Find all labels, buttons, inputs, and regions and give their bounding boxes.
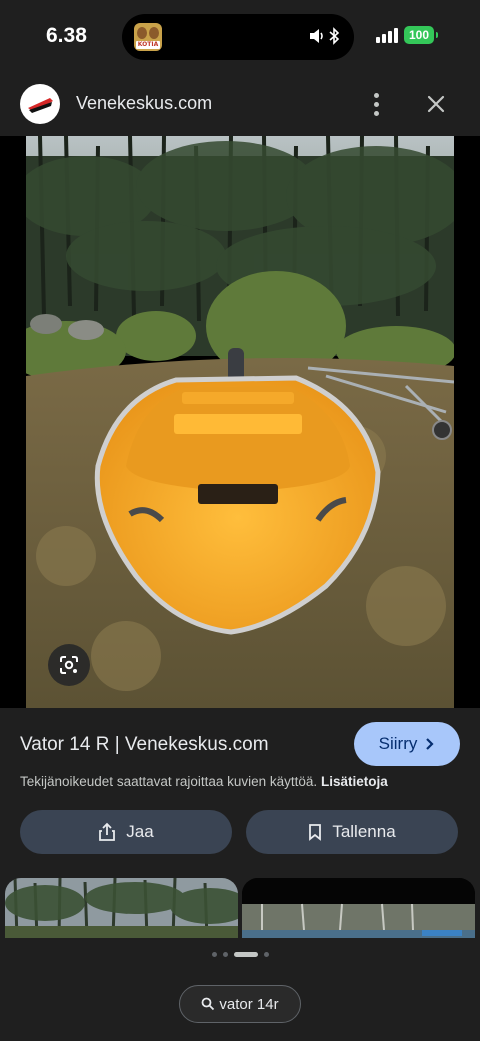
status-bar: 6.38 KOTIA 100 xyxy=(0,0,480,72)
image-title[interactable]: Vator 14 R | Venekeskus.com xyxy=(20,734,269,756)
bluetooth-icon xyxy=(329,27,340,45)
google-lens-icon xyxy=(60,656,78,674)
page-indicator xyxy=(0,950,480,958)
dynamic-island: KOTIA xyxy=(122,14,354,60)
search-query-chip[interactable]: vator 14r xyxy=(179,985,301,1023)
more-options-button[interactable] xyxy=(362,90,390,118)
page-dot xyxy=(211,951,217,957)
page-dot xyxy=(222,951,228,957)
share-label: Jaa xyxy=(126,822,154,841)
save-label: Tallenna xyxy=(332,822,396,841)
share-icon xyxy=(99,822,116,841)
search-query: vator 14r xyxy=(219,995,279,1013)
viewer-header: Venekeskus.com xyxy=(0,72,480,136)
bookmark-icon xyxy=(309,824,322,841)
google-lens-button[interactable] xyxy=(48,644,90,686)
close-icon xyxy=(427,95,445,113)
site-name[interactable]: Venekeskus.com xyxy=(76,93,212,114)
speaker-icon xyxy=(310,29,323,43)
close-button[interactable] xyxy=(422,90,450,118)
boat-logo-icon[interactable] xyxy=(20,84,60,124)
island-audio-icons xyxy=(308,27,340,45)
related-images xyxy=(0,878,480,938)
image-viewer xyxy=(0,136,480,708)
page-dot xyxy=(263,951,269,957)
related-image-thumbnail[interactable] xyxy=(242,878,475,938)
search-icon xyxy=(201,997,215,1011)
copyright-notice: Tekijänoikeudet saattavat rajoittaa kuvi… xyxy=(20,774,460,789)
save-button[interactable]: Tallenna xyxy=(246,810,458,854)
copyright-text: Tekijänoikeudet saattavat rajoittaa kuvi… xyxy=(20,774,318,789)
boat-photo[interactable] xyxy=(26,136,454,708)
signal-strength-icon xyxy=(376,28,398,43)
island-app-label: KOTIA xyxy=(136,41,160,49)
chevron-right-icon xyxy=(426,738,434,750)
status-time: 6.38 xyxy=(46,24,87,47)
related-image-thumbnail[interactable] xyxy=(5,878,238,938)
visit-button[interactable]: Siirry xyxy=(354,722,460,766)
visit-label: Siirry xyxy=(378,734,418,753)
share-button[interactable]: Jaa xyxy=(20,810,232,854)
battery-indicator: 100 xyxy=(404,26,438,44)
more-info-link[interactable]: Lisätietoja xyxy=(321,774,388,789)
page-dot-active xyxy=(233,951,258,957)
now-playing-app-icon: KOTIA xyxy=(134,23,162,51)
more-vert-icon xyxy=(373,92,379,98)
